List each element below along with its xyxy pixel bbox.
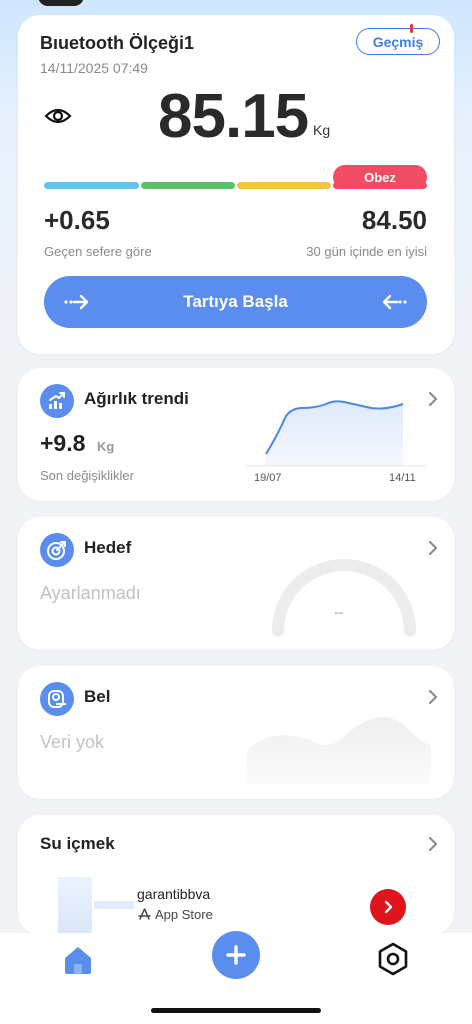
settings-hexagon-icon[interactable] xyxy=(376,942,410,976)
tape-measure-icon xyxy=(48,690,66,708)
goal-title: Hedef xyxy=(84,538,132,557)
change-value: +0.65 xyxy=(44,205,110,235)
weight-value: 85.15 xyxy=(158,82,309,151)
trend-unit: Kg xyxy=(97,439,115,454)
trend-x-start: 19/07 xyxy=(254,472,282,484)
trend-x-end: 14/11 xyxy=(389,472,416,484)
avatar-blob xyxy=(38,0,84,6)
bmi-bar-normal xyxy=(141,182,235,189)
waist-icon-circle xyxy=(40,682,74,716)
trend-title: Ağırlık trendi xyxy=(84,389,189,408)
bmi-bar-overweight xyxy=(237,182,331,189)
ad-open-button[interactable] xyxy=(370,889,406,925)
waist-title: Bel xyxy=(84,687,111,706)
arrow-left-icon xyxy=(382,294,407,310)
waist-status: Veri yok xyxy=(40,732,105,752)
bmi-badge: Obez xyxy=(333,165,427,189)
goal-gauge xyxy=(272,559,416,637)
notification-dot xyxy=(410,24,413,33)
waist-card[interactable]: Bel Veri yok xyxy=(18,666,454,799)
best-label: 30 gün içinde en iyisi xyxy=(306,244,427,259)
chevron-right-icon[interactable] xyxy=(428,541,438,555)
arrow-right-icon xyxy=(64,294,89,310)
start-weighing-label: Tartıya Başla xyxy=(183,292,288,311)
bottom-tab-bar xyxy=(0,931,472,1024)
best-value: 84.50 xyxy=(361,205,427,235)
home-icon[interactable] xyxy=(62,945,94,975)
goal-gauge-value: -- xyxy=(334,604,344,620)
add-button[interactable] xyxy=(212,931,260,979)
trend-up-icon xyxy=(49,392,65,409)
chevron-right-icon[interactable] xyxy=(428,392,438,406)
ad-store-row: App Store xyxy=(138,907,213,922)
chevron-right-icon[interactable] xyxy=(428,837,438,851)
weight-unit: Kg xyxy=(313,122,331,138)
ad-thumbnail xyxy=(58,877,92,933)
history-button[interactable]: Geçmiş xyxy=(356,24,440,55)
chevron-right-icon xyxy=(384,900,393,914)
water-title: Su içmek xyxy=(40,834,115,853)
goal-icon-circle xyxy=(40,533,74,567)
bmi-bar-underweight xyxy=(44,182,139,189)
trend-sparkline xyxy=(246,400,426,467)
plus-icon xyxy=(226,945,246,965)
eye-icon[interactable] xyxy=(44,106,72,126)
home-indicator xyxy=(151,1008,321,1013)
start-weighing-button[interactable]: Tartıya Başla xyxy=(44,276,427,328)
goal-status: Ayarlanmadı xyxy=(40,583,141,603)
scale-card: Bıuetooth Ölçeği1 14/11/2025 07:49 Geçmi… xyxy=(18,15,454,354)
trend-value: +9.8 xyxy=(40,430,86,456)
app-store-icon xyxy=(138,908,151,920)
goal-card[interactable]: Hedef Ayarlanmadı -- xyxy=(18,517,454,650)
ad-advertiser: garantibbva xyxy=(137,886,211,902)
change-label: Geçen sefere göre xyxy=(44,244,152,259)
ad-banner[interactable]: garantibbva App Store xyxy=(58,877,412,933)
target-icon xyxy=(47,541,66,560)
chevron-right-icon[interactable] xyxy=(428,690,438,704)
ad-logo xyxy=(94,901,134,909)
ad-store-label: App Store xyxy=(155,907,213,922)
history-button-label: Geçmiş xyxy=(372,33,424,50)
device-name: Bıuetooth Ölçeği1 xyxy=(40,33,195,53)
trend-subtitle: Son değişiklikler xyxy=(40,468,134,483)
weight-trend-card[interactable]: Ağırlık trendi +9.8 Kg Son değişiklikler… xyxy=(18,368,454,501)
waist-placeholder-chart xyxy=(247,717,431,784)
measurement-timestamp: 14/11/2025 07:49 xyxy=(40,60,148,76)
trend-icon-circle xyxy=(40,384,74,418)
